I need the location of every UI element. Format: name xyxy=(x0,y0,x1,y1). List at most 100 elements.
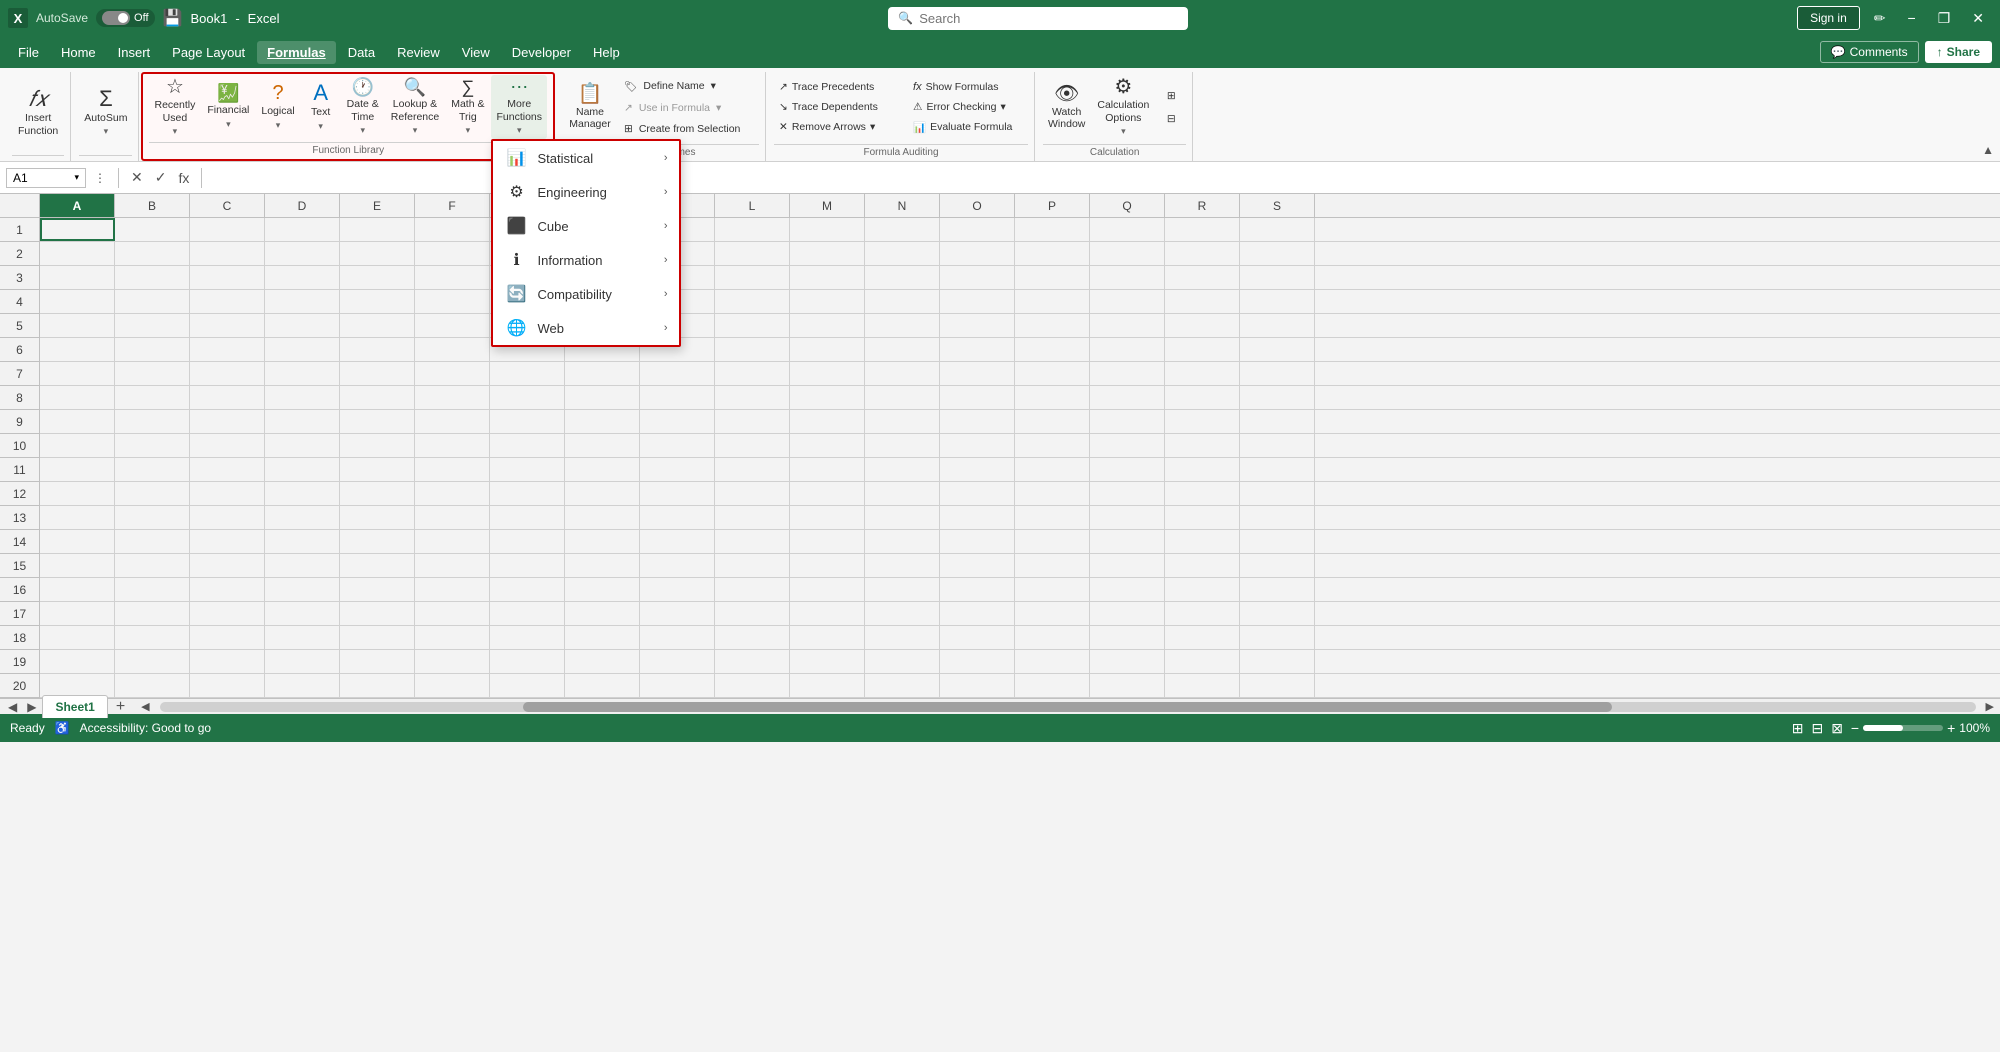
minimize-button[interactable]: − xyxy=(1900,6,1924,30)
restore-button[interactable]: ❐ xyxy=(1930,6,1959,31)
scroll-left-arrow[interactable]: ◀ xyxy=(141,700,149,713)
col-header-b[interactable]: B xyxy=(115,194,190,217)
compatibility-item[interactable]: 🔄 Compatibility › xyxy=(493,277,679,311)
share-button[interactable]: ↑ Share xyxy=(1925,41,1992,63)
cell-a2[interactable] xyxy=(40,242,115,265)
sign-in-button[interactable]: Sign in xyxy=(1797,6,1860,30)
col-header-a[interactable]: A xyxy=(40,194,115,217)
row-header-1[interactable]: 1 xyxy=(0,218,39,242)
sheet-tab-sheet1[interactable]: Sheet1 xyxy=(42,695,107,718)
scroll-left-button[interactable]: ◀ xyxy=(4,698,21,716)
row-header-11[interactable]: 11 xyxy=(0,458,39,482)
row-header-12[interactable]: 12 xyxy=(0,482,39,506)
comments-button[interactable]: 💬 Comments xyxy=(1820,41,1919,63)
autosave-toggle[interactable]: Off xyxy=(96,9,154,27)
confirm-formula-button[interactable]: ✓ xyxy=(151,167,171,188)
menu-review[interactable]: Review xyxy=(387,41,450,64)
col-header-m[interactable]: M xyxy=(790,194,865,217)
define-name-button[interactable]: 🏷 Define Name ▾ xyxy=(619,77,759,96)
cube-item[interactable]: ⬛ Cube › xyxy=(493,209,679,243)
trace-precedents-button[interactable]: ↗ Trace Precedents xyxy=(774,78,904,96)
cell-p1[interactable] xyxy=(1165,218,1240,241)
math-trig-button[interactable]: ∑ Math &Trig ▾ xyxy=(446,75,489,139)
row-header-13[interactable]: 13 xyxy=(0,506,39,530)
zoom-slider[interactable] xyxy=(1863,725,1943,731)
cell-l1[interactable] xyxy=(865,218,940,241)
scrollbar-thumb[interactable] xyxy=(523,702,1613,712)
financial-button[interactable]: 💹 Financial ▾ xyxy=(202,81,254,133)
calc-sheet-button[interactable]: ⊟ xyxy=(1156,109,1186,129)
cell-c1[interactable] xyxy=(190,218,265,241)
recently-used-button[interactable]: ☆ RecentlyUsed ▾ xyxy=(149,74,200,140)
scroll-right-button[interactable]: ▶ xyxy=(23,698,40,716)
col-header-l[interactable]: L xyxy=(715,194,790,217)
row-header-9[interactable]: 9 xyxy=(0,410,39,434)
col-header-c[interactable]: C xyxy=(190,194,265,217)
cell-o1[interactable] xyxy=(1090,218,1165,241)
row-header-4[interactable]: 4 xyxy=(0,290,39,314)
cell-f1[interactable] xyxy=(415,218,490,241)
col-header-n[interactable]: N xyxy=(865,194,940,217)
row-header-17[interactable]: 17 xyxy=(0,602,39,626)
insert-function-formula-button[interactable]: fx xyxy=(174,168,193,188)
search-input[interactable] xyxy=(919,11,1159,26)
menu-developer[interactable]: Developer xyxy=(502,41,581,64)
menu-help[interactable]: Help xyxy=(583,41,630,64)
horizontal-scrollbar[interactable] xyxy=(160,702,1976,712)
name-manager-button[interactable]: 📋 NameManager xyxy=(563,80,617,135)
row-header-19[interactable]: 19 xyxy=(0,650,39,674)
menu-file[interactable]: File xyxy=(8,41,49,64)
row-header-7[interactable]: 7 xyxy=(0,362,39,386)
logical-button[interactable]: ? Logical ▾ xyxy=(256,80,299,134)
menu-home[interactable]: Home xyxy=(51,41,106,64)
name-box[interactable]: A1 ▾ xyxy=(6,168,86,188)
web-item[interactable]: 🌐 Web › xyxy=(493,311,679,345)
evaluate-formula-button[interactable]: 📊 Evaluate Formula xyxy=(908,118,1028,137)
date-time-button[interactable]: 🕐 Date &Time ▾ xyxy=(342,75,384,139)
col-header-d[interactable]: D xyxy=(265,194,340,217)
cell-k1[interactable] xyxy=(790,218,865,241)
information-item[interactable]: ℹ Information › xyxy=(493,243,679,277)
menu-data[interactable]: Data xyxy=(338,41,385,64)
row-header-3[interactable]: 3 xyxy=(0,266,39,290)
cell-q1[interactable] xyxy=(1240,218,1315,241)
calculation-options-button[interactable]: ⚙ CalculationOptions ▾ xyxy=(1092,74,1154,140)
menu-formulas[interactable]: Formulas xyxy=(257,41,336,64)
menu-page-layout[interactable]: Page Layout xyxy=(162,41,255,64)
row-header-18[interactable]: 18 xyxy=(0,626,39,650)
row-header-6[interactable]: 6 xyxy=(0,338,39,362)
menu-insert[interactable]: Insert xyxy=(108,41,161,64)
menu-view[interactable]: View xyxy=(452,41,500,64)
row-header-8[interactable]: 8 xyxy=(0,386,39,410)
col-header-s[interactable]: S xyxy=(1240,194,1315,217)
show-formulas-button[interactable]: fx Show Formulas xyxy=(908,78,1028,96)
save-icon[interactable]: 💾 xyxy=(163,8,183,28)
autosum-button[interactable]: Σ AutoSum ▾ xyxy=(79,85,132,141)
ribbon-expand-button[interactable]: ▲ xyxy=(1982,143,1994,157)
col-header-r[interactable]: R xyxy=(1165,194,1240,217)
row-header-2[interactable]: 2 xyxy=(0,242,39,266)
col-header-f[interactable]: F xyxy=(415,194,490,217)
more-functions-button[interactable]: ⋯ MoreFunctions ▾ xyxy=(491,75,547,139)
cell-e1[interactable] xyxy=(340,218,415,241)
col-header-e[interactable]: E xyxy=(340,194,415,217)
lookup-reference-button[interactable]: 🔍 Lookup &Reference ▾ xyxy=(386,75,444,139)
use-in-formula-button[interactable]: ↗ Use in Formula ▾ xyxy=(619,99,759,117)
text-button[interactable]: A Text ▾ xyxy=(302,79,340,135)
row-header-14[interactable]: 14 xyxy=(0,530,39,554)
page-break-view-button[interactable]: ⊠ xyxy=(1831,720,1843,737)
calc-now-button[interactable]: ⊞ xyxy=(1156,86,1186,106)
error-checking-button[interactable]: ⚠ Error Checking ▾ xyxy=(908,98,1028,116)
statistical-item[interactable]: 📊 Statistical › xyxy=(493,141,679,175)
row-header-20[interactable]: 20 xyxy=(0,674,39,698)
col-header-o[interactable]: O xyxy=(940,194,1015,217)
row-header-5[interactable]: 5 xyxy=(0,314,39,338)
close-button[interactable]: ✕ xyxy=(1964,6,1992,31)
remove-arrows-button[interactable]: ✕ Remove Arrows ▾ xyxy=(774,118,904,136)
pen-icon[interactable]: ✏ xyxy=(1866,6,1894,31)
trace-dependents-button[interactable]: ↘ Trace Dependents xyxy=(774,98,904,116)
cell-j1[interactable] xyxy=(715,218,790,241)
page-layout-view-button[interactable]: ⊟ xyxy=(1811,720,1823,737)
col-header-q[interactable]: Q xyxy=(1090,194,1165,217)
add-sheet-button[interactable]: + xyxy=(110,698,131,716)
